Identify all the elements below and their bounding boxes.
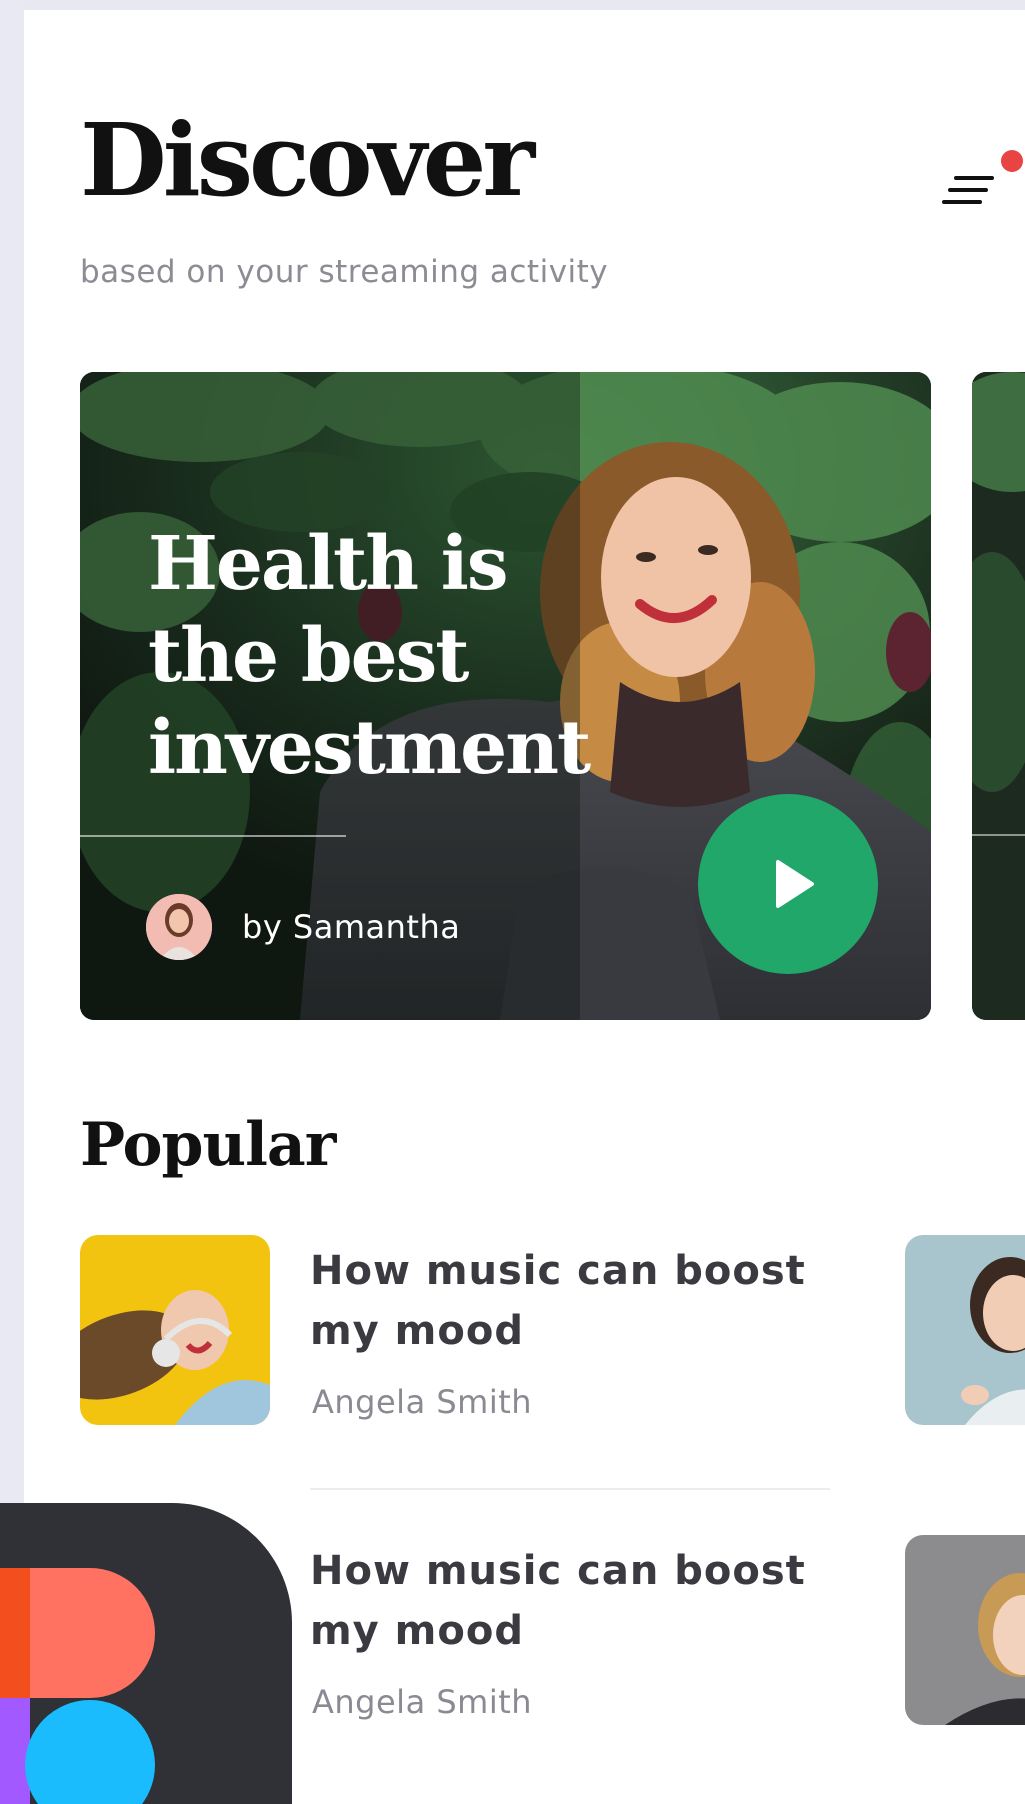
avatar-image bbox=[146, 894, 212, 960]
item-title: How music can boost my mood bbox=[310, 1548, 806, 1654]
figma-badge bbox=[0, 1503, 292, 1804]
featured-divider bbox=[80, 835, 346, 837]
item-author: Angela Smith bbox=[312, 1383, 533, 1421]
author-avatar[interactable] bbox=[146, 894, 212, 960]
figma-logo-icon bbox=[0, 1568, 155, 1804]
item-thumbnail-right-image bbox=[905, 1235, 1025, 1425]
page-title: Discover bbox=[80, 101, 535, 219]
play-icon bbox=[776, 860, 814, 908]
item-title: How music can boost my mood bbox=[310, 1248, 806, 1354]
item-author: Angela Smith bbox=[312, 1683, 533, 1721]
featured-title-line: Health is bbox=[148, 521, 509, 607]
item-thumbnail-right[interactable] bbox=[905, 1535, 1025, 1725]
play-button[interactable] bbox=[698, 794, 878, 974]
list-divider bbox=[310, 1488, 830, 1490]
page-subtitle: based on your streaming activity bbox=[80, 254, 609, 290]
featured-card[interactable]: Health is the best investment by Samanth… bbox=[80, 372, 931, 1020]
item-thumbnail-right[interactable] bbox=[905, 1235, 1025, 1425]
next-featured-card[interactable] bbox=[972, 372, 1025, 1020]
notification-dot bbox=[1001, 150, 1023, 172]
item-thumbnail-right-image bbox=[905, 1535, 1025, 1725]
featured-author: by Samantha bbox=[242, 908, 461, 946]
featured-title-line: the best bbox=[148, 613, 470, 699]
item-thumbnail bbox=[80, 1235, 270, 1425]
top-strip bbox=[0, 0, 1025, 10]
featured-title: Health is the best investment bbox=[148, 518, 668, 794]
featured-title-line: investment bbox=[148, 705, 591, 791]
menu-button[interactable] bbox=[924, 142, 1014, 222]
item-thumbnail-image bbox=[80, 1235, 270, 1425]
menu-lines-icon bbox=[942, 176, 994, 204]
popular-section-title: Popular bbox=[80, 1110, 336, 1180]
list-item[interactable]: How music can boost my mood Angela Smith bbox=[80, 1235, 980, 1435]
next-featured-image bbox=[972, 372, 1025, 1020]
